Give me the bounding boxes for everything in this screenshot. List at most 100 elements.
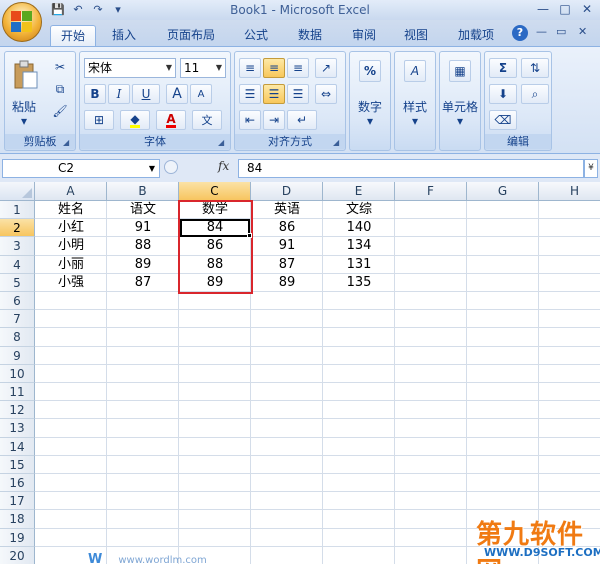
- formula-resize-icon[interactable]: [164, 160, 178, 174]
- cell-e1[interactable]: 文综: [323, 201, 395, 219]
- tab-review[interactable]: 审阅: [344, 25, 384, 46]
- row-header-2[interactable]: 2: [0, 219, 35, 238]
- cell-a1[interactable]: 姓名: [35, 201, 107, 219]
- align-middle-icon[interactable]: ≡: [263, 58, 285, 78]
- row-header-8[interactable]: 8: [0, 328, 35, 347]
- styles-dropdown-icon[interactable]: ▾: [395, 114, 435, 128]
- phonetic-button[interactable]: 文: [192, 110, 222, 130]
- align-center-icon[interactable]: ☰: [263, 84, 285, 104]
- cell-e2[interactable]: 140: [323, 219, 395, 237]
- copy-icon[interactable]: ⧉: [49, 80, 71, 98]
- cell-a4[interactable]: 小丽: [35, 256, 107, 274]
- insert-function-button[interactable]: fx: [218, 159, 229, 173]
- alignment-launcher-icon[interactable]: ◢: [333, 138, 342, 147]
- column-header-c[interactable]: C: [179, 182, 251, 201]
- percent-icon[interactable]: %: [359, 60, 381, 82]
- row-header-1[interactable]: 1: [0, 201, 35, 220]
- row-header-12[interactable]: 12: [0, 401, 35, 420]
- tab-page-layout[interactable]: 页面布局: [160, 25, 222, 46]
- cell-e4[interactable]: 131: [323, 256, 395, 274]
- cell-b2[interactable]: 91: [107, 219, 179, 237]
- cell-e5[interactable]: 135: [323, 274, 395, 292]
- find-select-icon[interactable]: ⌕: [521, 84, 549, 104]
- cell-b1[interactable]: 语文: [107, 201, 179, 219]
- bold-button[interactable]: B: [84, 84, 106, 104]
- cell-b5[interactable]: 87: [107, 274, 179, 292]
- autosum-button[interactable]: Σ: [489, 58, 517, 78]
- fill-handle[interactable]: [247, 233, 252, 239]
- row-header-19[interactable]: 19: [0, 528, 35, 547]
- cell-a2[interactable]: 小红: [35, 219, 107, 237]
- minimize-button[interactable]: —: [532, 0, 554, 18]
- cell-e3[interactable]: 134: [323, 237, 395, 255]
- paste-icon[interactable]: [11, 58, 41, 92]
- cut-icon[interactable]: ✂: [49, 58, 71, 76]
- maximize-button[interactable]: □: [554, 0, 576, 18]
- row-header-5[interactable]: 5: [0, 273, 35, 292]
- grow-font-button[interactable]: A: [166, 84, 188, 104]
- column-header-e[interactable]: E: [323, 182, 395, 201]
- worksheet[interactable]: A B C D E F G H 1 2 3 4 5 6 7 8 9 10 11 12 13 14 15 16 17 18 19 20 姓…: [0, 182, 600, 564]
- cells-button[interactable]: 单元格: [440, 98, 480, 115]
- cell-a3[interactable]: 小明: [35, 237, 107, 255]
- font-launcher-icon[interactable]: ◢: [218, 138, 227, 147]
- italic-button[interactable]: I: [108, 84, 130, 104]
- expand-formula-icon[interactable]: ¥: [584, 159, 598, 178]
- shrink-font-button[interactable]: A: [190, 84, 212, 104]
- text-orientation-icon[interactable]: ↗: [315, 58, 337, 78]
- fill-color-icon[interactable]: ◆: [120, 110, 150, 130]
- row-header-14[interactable]: 14: [0, 437, 35, 456]
- restore-icon[interactable]: ▭: [556, 25, 566, 38]
- row-header-10[interactable]: 10: [0, 364, 35, 383]
- name-box[interactable]: C2 ▼: [2, 159, 160, 178]
- cell-b4[interactable]: 89: [107, 256, 179, 274]
- merge-center-icon[interactable]: ⇔: [315, 84, 337, 104]
- tab-home[interactable]: 开始: [50, 25, 96, 46]
- font-size-select[interactable]: 11 ▼: [180, 58, 226, 78]
- styles-button[interactable]: 样式: [395, 98, 435, 115]
- wrap-text-icon[interactable]: ↵: [287, 110, 317, 130]
- row-header-6[interactable]: 6: [0, 292, 35, 311]
- cell-d4[interactable]: 87: [251, 256, 323, 274]
- cell-d2[interactable]: 86: [251, 219, 323, 237]
- tab-formulas[interactable]: 公式: [234, 25, 278, 46]
- tab-insert[interactable]: 插入: [104, 25, 144, 46]
- increase-indent-icon[interactable]: ⇥: [263, 110, 285, 130]
- border-icon[interactable]: ⊞: [84, 110, 114, 130]
- row-header-13[interactable]: 13: [0, 419, 35, 438]
- row-header-7[interactable]: 7: [0, 310, 35, 329]
- column-header-g[interactable]: G: [467, 182, 539, 201]
- row-header-11[interactable]: 11: [0, 383, 35, 402]
- font-color-button[interactable]: A: [156, 110, 186, 130]
- styles-icon[interactable]: A: [404, 60, 426, 82]
- column-header-h[interactable]: H: [539, 182, 600, 201]
- number-dropdown-icon[interactable]: ▾: [350, 114, 390, 128]
- align-top-icon[interactable]: ≡: [239, 58, 261, 78]
- formula-input[interactable]: 84: [238, 159, 584, 178]
- cell-d5[interactable]: 89: [251, 274, 323, 292]
- column-header-b[interactable]: B: [107, 182, 179, 201]
- align-left-icon[interactable]: ☰: [239, 84, 261, 104]
- cell-a5[interactable]: 小强: [35, 274, 107, 292]
- clipboard-launcher-icon[interactable]: ◢: [63, 138, 72, 147]
- ribbon-minimize-icon[interactable]: —: [536, 25, 547, 38]
- row-header-3[interactable]: 3: [0, 237, 35, 256]
- decrease-indent-icon[interactable]: ⇤: [239, 110, 261, 130]
- row-header-16[interactable]: 16: [0, 474, 35, 493]
- row-header-20[interactable]: 20: [0, 546, 35, 564]
- clear-icon[interactable]: ⌫: [489, 110, 517, 130]
- row-header-18[interactable]: 18: [0, 510, 35, 529]
- office-button[interactable]: [2, 2, 42, 42]
- row-header-17[interactable]: 17: [0, 492, 35, 511]
- column-header-d[interactable]: D: [251, 182, 323, 201]
- number-button[interactable]: 数字: [350, 98, 390, 115]
- column-header-f[interactable]: F: [395, 182, 467, 201]
- cells-icon[interactable]: ▦: [449, 60, 471, 82]
- row-header-4[interactable]: 4: [0, 255, 35, 274]
- select-all-button[interactable]: [0, 182, 35, 201]
- fill-icon[interactable]: ⬇: [489, 84, 517, 104]
- sort-filter-icon[interactable]: ⇅: [521, 58, 549, 78]
- cell-b3[interactable]: 88: [107, 237, 179, 255]
- paste-dropdown-icon[interactable]: ▾: [7, 114, 41, 128]
- close-button[interactable]: ✕: [576, 0, 598, 18]
